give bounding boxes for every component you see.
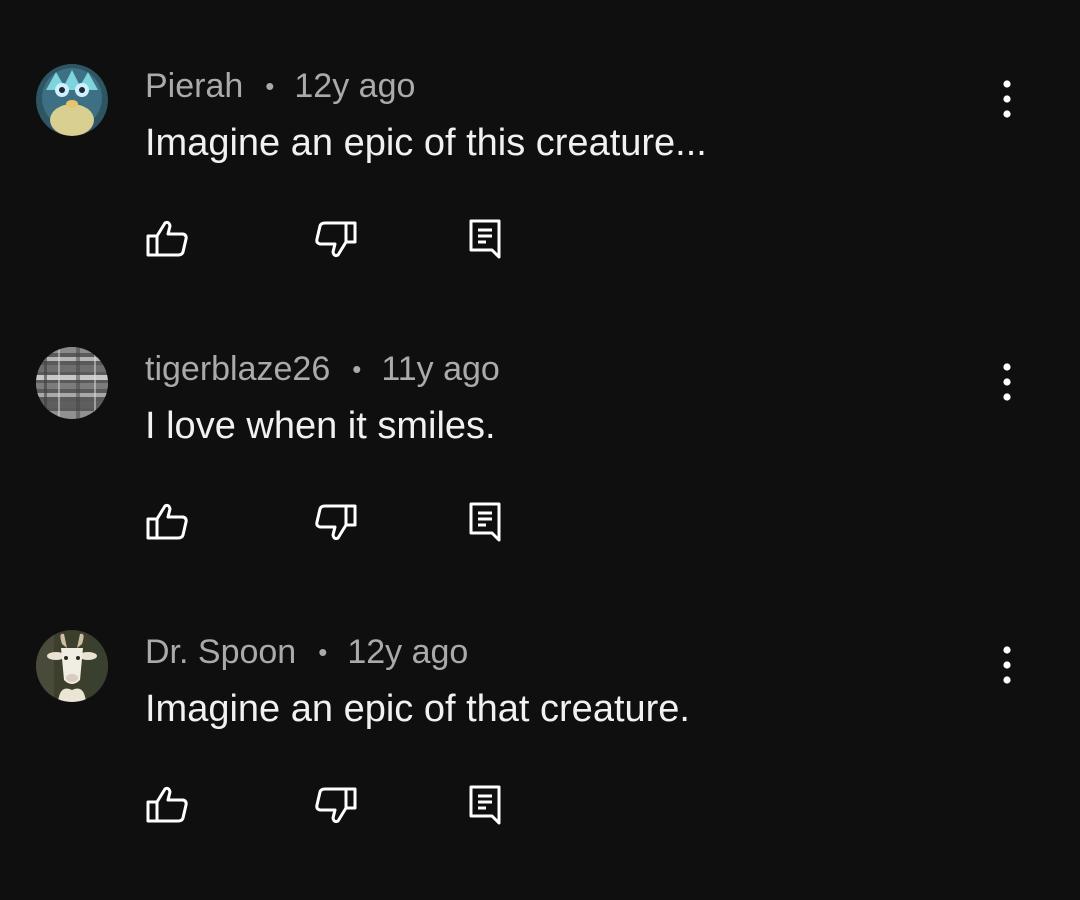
avatar[interactable] (36, 347, 108, 419)
reply-icon (469, 502, 501, 542)
thumbs-up-icon (146, 786, 188, 823)
comment-text: Imagine an epic of that creature. (145, 688, 690, 730)
comment-item: Dr. Spoon • 12y ago Imagine an epic of t… (0, 566, 1080, 849)
meta-separator: • (265, 70, 275, 101)
dislike-button[interactable] (309, 778, 363, 832)
comment-text: I love when it smiles. (145, 405, 496, 447)
more-options-button[interactable] (984, 76, 1030, 122)
comment-meta: Dr. Spoon • 12y ago (145, 632, 468, 672)
thumbs-down-icon (315, 504, 357, 541)
comment-meta: tigerblaze26 • 11y ago (145, 349, 500, 389)
thumbs-up-icon (146, 503, 188, 540)
meta-separator: • (318, 636, 328, 667)
more-vertical-icon (1003, 646, 1011, 684)
comment-author[interactable]: Pierah (145, 67, 243, 106)
avatar[interactable] (36, 630, 108, 702)
more-vertical-icon (1003, 80, 1011, 118)
comment-text: Imagine an epic of this creature... (145, 122, 707, 164)
more-vertical-icon (1003, 363, 1011, 401)
reply-button[interactable] (459, 212, 513, 266)
reply-button[interactable] (459, 778, 513, 832)
thumbs-up-icon (146, 220, 188, 257)
like-button[interactable] (140, 495, 194, 549)
comment-time: 12y ago (347, 632, 469, 671)
comment-author[interactable]: Dr. Spoon (145, 633, 296, 672)
more-options-button[interactable] (984, 359, 1030, 405)
meta-separator: • (352, 353, 362, 384)
comment-list: Pierah • 12y ago Imagine an epic of this… (0, 0, 1080, 900)
avatar[interactable] (36, 64, 108, 136)
reply-button[interactable] (459, 495, 513, 549)
goat-avatar-icon (36, 630, 108, 702)
like-button[interactable] (140, 212, 194, 266)
comment-item: tigerblaze26 • 11y ago I love when it sm… (0, 283, 1080, 566)
comment-meta: Pierah • 12y ago (145, 66, 415, 106)
dislike-button[interactable] (309, 212, 363, 266)
comment-time: 11y ago (381, 349, 500, 388)
dislike-button[interactable] (309, 495, 363, 549)
thumbs-down-icon (315, 787, 357, 824)
gray-striped-avatar-icon (36, 347, 108, 419)
like-button[interactable] (140, 778, 194, 832)
comment-time: 12y ago (294, 66, 416, 105)
thumbs-down-icon (315, 221, 357, 258)
reply-icon (469, 785, 501, 825)
more-options-button[interactable] (984, 642, 1030, 688)
comment-author[interactable]: tigerblaze26 (145, 350, 330, 389)
reply-icon (469, 219, 501, 259)
teal-creature-avatar-icon (36, 64, 108, 136)
comment-item: Pierah • 12y ago Imagine an epic of this… (0, 0, 1080, 283)
